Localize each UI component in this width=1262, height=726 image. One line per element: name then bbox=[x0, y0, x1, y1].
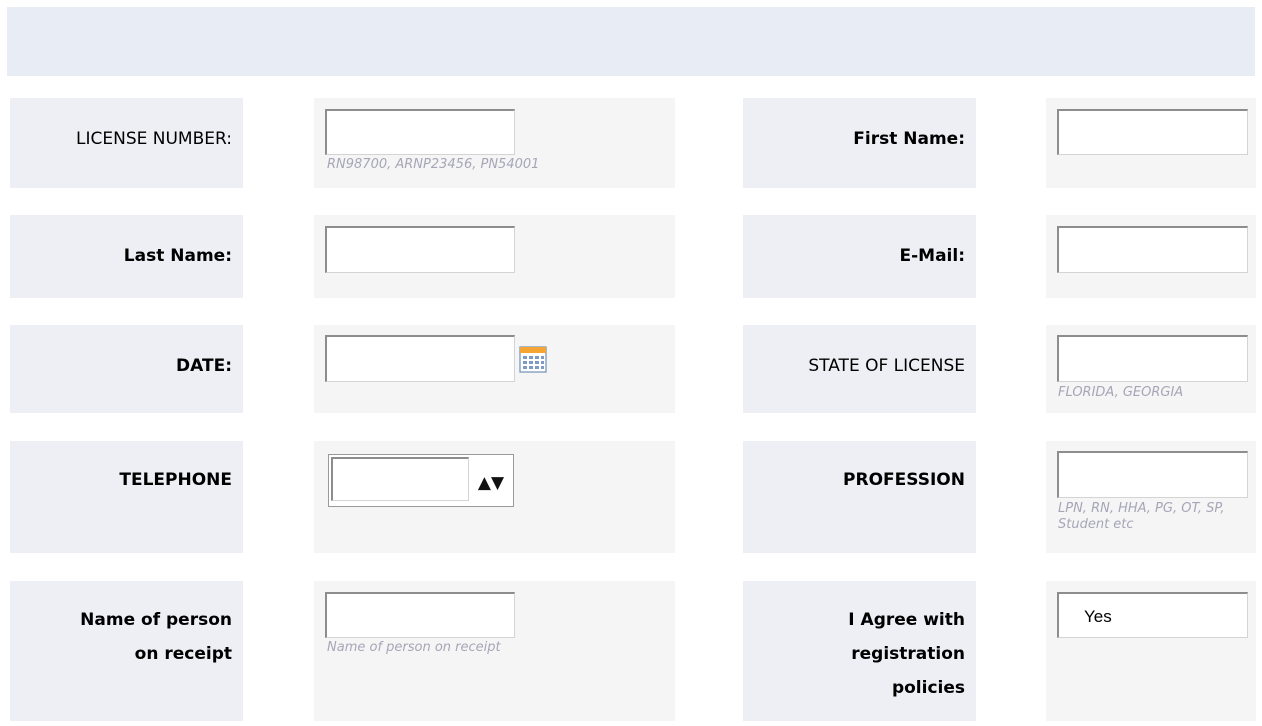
license-number-label-cell: LICENSE NUMBER: bbox=[10, 98, 243, 188]
date-label: DATE: bbox=[176, 356, 232, 376]
license-number-label: LICENSE NUMBER: bbox=[76, 129, 232, 149]
telephone-spinner: ▲▼ bbox=[328, 454, 514, 507]
state-of-license-label-cell: STATE OF LICENSE bbox=[743, 325, 976, 413]
email-label-cell: E-Mail: bbox=[743, 215, 976, 298]
agree-input[interactable] bbox=[1057, 592, 1248, 638]
telephone-spin-arrows[interactable]: ▲▼ bbox=[469, 463, 513, 503]
header-bar bbox=[7, 7, 1255, 76]
state-of-license-label: STATE OF LICENSE bbox=[808, 356, 965, 376]
first-name-label-cell: First Name: bbox=[743, 98, 976, 188]
receipt-name-input[interactable] bbox=[325, 592, 515, 638]
date-label-cell: DATE: bbox=[10, 325, 243, 413]
state-of-license-hint: FLORIDA, GEORGIA bbox=[1058, 385, 1184, 400]
receipt-name-label-line2: on receipt bbox=[134, 644, 232, 664]
agree-label-line2: registration bbox=[851, 644, 965, 664]
date-input[interactable] bbox=[325, 335, 515, 382]
license-number-hint: RN98700, ARNP23456, PN54001 bbox=[327, 157, 540, 172]
last-name-label: Last Name: bbox=[123, 246, 232, 266]
calendar-icon[interactable] bbox=[518, 344, 548, 374]
receipt-name-hint: Name of person on receipt bbox=[327, 640, 501, 655]
email-label: E-Mail: bbox=[899, 246, 965, 266]
last-name-label-cell: Last Name: bbox=[10, 215, 243, 298]
profession-label-cell: PROFESSION bbox=[743, 441, 976, 553]
email-input[interactable] bbox=[1057, 226, 1248, 273]
agree-label-line1: I Agree with bbox=[848, 610, 965, 630]
license-number-input[interactable] bbox=[325, 109, 515, 155]
agree-label-cell: I Agree with registration policies bbox=[743, 581, 976, 721]
profession-input[interactable] bbox=[1057, 451, 1248, 498]
last-name-input[interactable] bbox=[325, 226, 515, 273]
receipt-name-label-line1: Name of person bbox=[80, 610, 232, 630]
first-name-input[interactable] bbox=[1057, 109, 1248, 155]
telephone-label-cell: TELEPHONE bbox=[10, 441, 243, 553]
profession-hint: LPN, RN, HHA, PG, OT, SP, Student etc bbox=[1058, 501, 1225, 532]
first-name-label: First Name: bbox=[853, 129, 965, 149]
profession-label: PROFESSION bbox=[843, 470, 965, 490]
agree-label-line3: policies bbox=[891, 678, 965, 698]
state-of-license-input[interactable] bbox=[1057, 335, 1248, 382]
telephone-label: TELEPHONE bbox=[119, 470, 232, 490]
receipt-name-label-cell: Name of person on receipt bbox=[10, 581, 243, 721]
telephone-input[interactable] bbox=[331, 457, 469, 501]
